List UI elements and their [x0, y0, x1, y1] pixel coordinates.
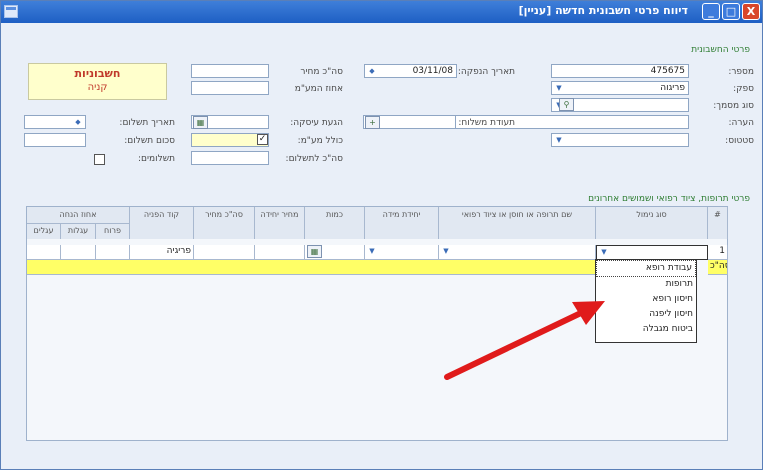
row1-referral-code-field[interactable]: פריגיה — [130, 245, 194, 260]
col-header-unit-price: מחיר יחידה — [255, 207, 305, 239]
invoice-window: X □ _ דיווח פרטי חשבונית חדשה [עניין] פר… — [0, 0, 763, 470]
total-row — [27, 260, 596, 275]
col-header-quantity: כמות — [305, 207, 365, 239]
section-items: פרטי תרופות, ציוד רפואי ושמושים אחרונים — [588, 194, 750, 204]
delivery-cert-label: תעודת משלוח: — [458, 118, 515, 128]
payments-label: תשלומים: — [138, 154, 175, 164]
vat-pct-field[interactable] — [191, 81, 269, 95]
calendar-spin-icon[interactable]: ◆ — [73, 117, 83, 127]
payment-date-label: תאריך תשלום: — [119, 118, 175, 128]
chevron-down-icon[interactable]: ▼ — [554, 135, 564, 145]
calculator-icon[interactable]: ▦ — [193, 116, 208, 129]
close-button[interactable]: X — [742, 3, 760, 20]
number-label: מספר: — [728, 67, 754, 77]
window-menu-icon[interactable] — [4, 5, 18, 18]
row1-discount-2[interactable] — [61, 245, 96, 260]
calendar-spin-icon[interactable]: ◆ — [367, 66, 377, 76]
supplier-select[interactable]: ▼ פריגוה — [551, 81, 689, 95]
row1-unit-select[interactable]: ▼ — [365, 245, 439, 260]
supplier-lookup-button[interactable]: ⚲ — [559, 98, 574, 111]
col-header-discount-group: אחוז הנחה — [27, 207, 130, 223]
col-header-total-price: סה"כ מחיר — [194, 207, 255, 239]
badge-title: חשבוניות — [74, 67, 121, 80]
row1-discount-1[interactable] — [96, 245, 130, 260]
issue-date-field[interactable]: ◆ 03/11/08 — [364, 64, 457, 78]
chevron-down-icon[interactable]: ▼ — [367, 246, 377, 256]
chevron-down-icon[interactable]: ▼ — [599, 247, 609, 257]
col-header-discount-2: עגלות — [61, 223, 96, 239]
order-total-label: סה"כ מחיר — [300, 67, 343, 77]
col-header-referral-code: קוד הפניה — [130, 207, 194, 239]
status-select[interactable]: ▼ — [551, 133, 689, 147]
supply-date-label: הגעת עיסקה: — [290, 118, 343, 128]
issue-date-label: תאריך הנפקה: — [457, 67, 515, 77]
row1-item-name-select[interactable]: ▼ — [439, 245, 596, 260]
paid-vat-label: כולל מע"מ: — [297, 136, 343, 146]
total-to-pay-field[interactable] — [191, 151, 269, 165]
row1-service-type-select[interactable]: ▼ — [596, 245, 708, 260]
row1-discount-3[interactable] — [27, 245, 61, 260]
col-header-item-name: שם תרופה או חוסן או ציוד רפואי — [439, 207, 596, 239]
total-to-pay-label: סה"כ לתשלום: — [285, 154, 343, 164]
title-bar: X □ _ דיווח פרטי חשבונית חדשה [עניין] — [1, 1, 762, 23]
issue-date-value: 03/11/08 — [412, 66, 453, 76]
order-total-field[interactable] — [191, 64, 269, 78]
section-invoice-details: פרטי החשבונית — [691, 45, 750, 55]
window-title: דיווח פרטי חשבונית חדשה [עניין] — [518, 4, 688, 17]
dropdown-option[interactable]: ביטוח מגבלה — [596, 322, 696, 337]
chevron-down-icon[interactable]: ▼ — [441, 246, 451, 256]
supplier-value: פריגוה — [660, 83, 685, 93]
number-field[interactable]: 475675 — [551, 64, 689, 78]
col-header-discount-1: פרוח — [96, 223, 130, 239]
dropdown-option[interactable]: חיסון ליפנה — [596, 307, 696, 322]
maximize-button[interactable]: □ — [722, 3, 740, 20]
minimize-button[interactable]: _ — [702, 3, 720, 20]
payment-date-field[interactable]: ◆ — [24, 115, 86, 129]
dropdown-option[interactable]: תרופות — [596, 277, 696, 292]
row1-unit-price-field[interactable] — [255, 245, 305, 260]
note-label: הערה: — [728, 118, 754, 128]
payments-checkbox[interactable] — [94, 154, 105, 165]
invoice-type-badge: חשבוניות קניה — [28, 63, 167, 100]
col-header-discount-3: עגלים — [27, 223, 61, 239]
row1-quantity-field[interactable]: ▦ — [305, 245, 365, 260]
supplier-label: ספק: — [733, 84, 754, 94]
row1-index: 1 — [708, 245, 728, 260]
row1-total-price-field[interactable] — [194, 245, 255, 260]
vat-pct-label: אחוז המע"מ — [294, 84, 343, 94]
col-header-service-type: סוג נימול — [596, 207, 708, 239]
add-delivery-cert-button[interactable]: + — [365, 116, 380, 129]
paid-vat-checkbox[interactable]: ✓ — [257, 134, 268, 145]
service-type-dropdown-list[interactable]: עבודת רופא תרופות חיסון רופא חיסון ליפנה… — [595, 259, 697, 343]
col-header-unit: יחידת מידה — [365, 207, 439, 239]
chevron-down-icon[interactable]: ▼ — [554, 83, 564, 93]
col-header-index: # — [708, 207, 728, 239]
calculator-icon[interactable]: ▦ — [307, 245, 322, 258]
badge-subtitle: קניה — [87, 82, 108, 93]
doc-type-label: סוג מסמך: — [713, 101, 754, 111]
total-row-label: סה"כ — [708, 260, 728, 275]
payment-amount-field[interactable] — [24, 133, 86, 147]
status-label: סטטוס: — [725, 136, 754, 146]
payment-amount-label: סכום תשלום: — [124, 136, 175, 146]
dropdown-option[interactable]: חיסון רופא — [596, 292, 696, 307]
dropdown-option[interactable]: עבודת רופא — [596, 260, 696, 277]
